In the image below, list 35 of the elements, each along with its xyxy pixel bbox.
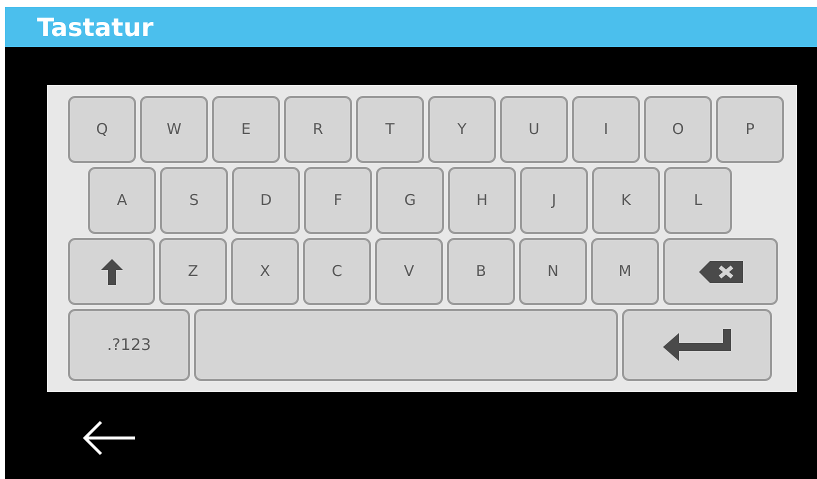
key[interactable]: X [231,238,299,305]
shift-key[interactable] [68,238,155,305]
enter-icon [661,327,733,363]
key[interactable]: C [303,238,371,305]
key[interactable]: G [376,167,444,234]
symbols-key[interactable]: .?123 [68,309,190,381]
key[interactable]: I [572,96,640,163]
key[interactable]: P [716,96,784,163]
key[interactable]: Z [159,238,227,305]
backspace-key[interactable] [663,238,778,305]
up-arrow-icon [98,256,124,286]
key[interactable]: M [591,238,659,305]
key[interactable]: R [284,96,352,163]
key[interactable]: J [520,167,588,234]
key[interactable]: T [356,96,424,163]
window-title: Tastatur [37,14,154,40]
key[interactable]: H [448,167,516,234]
key[interactable]: V [375,238,443,305]
backspace-icon [698,260,744,284]
key[interactable]: Y [428,96,496,163]
key[interactable]: A [88,167,156,234]
key[interactable]: D [232,167,300,234]
key[interactable]: E [212,96,280,163]
key[interactable]: F [304,167,372,234]
key[interactable]: B [447,238,515,305]
key[interactable]: K [592,167,660,234]
key[interactable]: S [160,167,228,234]
key[interactable]: Q [68,96,136,163]
key[interactable]: W [140,96,208,163]
key[interactable]: N [519,238,587,305]
key[interactable]: O [644,96,712,163]
enter-key[interactable] [622,309,772,381]
back-arrow-icon[interactable] [83,420,137,456]
key[interactable]: U [500,96,568,163]
key[interactable]: L [664,167,732,234]
